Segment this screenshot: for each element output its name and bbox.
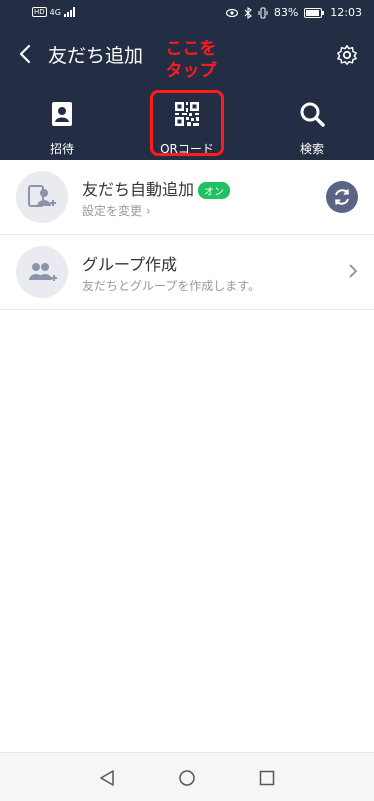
page-title: 友だち追加 [48,45,144,67]
list-item-auto-add[interactable]: 友だち自動追加 オン 設定を変更 › [0,160,374,235]
gear-icon[interactable] [336,44,358,66]
tap-here-annotation: ここを タップ [156,38,226,82]
recents-square-icon[interactable] [258,769,276,787]
battery-icon [304,7,325,18]
auto-add-title: 友だち自動追加 オン [82,176,231,200]
change-settings-link[interactable]: 設定を変更 › [82,202,151,219]
battery-percent: 83% [273,6,299,19]
sync-button[interactable] [326,181,358,213]
eye-icon [225,8,238,17]
signal-area: HD 4G [32,7,76,17]
auto-add-title-text: 友だち自動追加 [82,180,195,199]
hd-icon: HD [32,7,47,17]
home-circle-icon[interactable] [178,769,196,787]
annotation-line-1: ここを [165,39,217,59]
tab-invite[interactable]: 招待 [22,100,102,156]
bluetooth-icon [244,6,252,19]
back-arrow-icon[interactable] [14,42,38,66]
search-icon [300,102,325,127]
group-icon [29,263,57,281]
create-group-subtitle: 友だちとグループを作成します。 [82,279,261,293]
auto-add-avatar [16,171,68,223]
list-item-create-group[interactable]: グループ作成 友だちとグループを作成します。 [0,235,374,310]
status-right: 83% 12:03 [225,6,362,19]
tap-highlight-box [150,90,224,156]
status-badge: オン [198,182,231,199]
network-type: 4G [49,7,61,17]
tab-search[interactable]: 検索 [272,100,352,156]
group-avatar [16,246,68,298]
status-bar: HD 4G 83% 12:03 [0,0,374,28]
clock: 12:03 [330,6,362,19]
sync-icon [335,189,349,205]
auto-add-icon [28,185,56,207]
header: 友だち追加 ここを タップ 招待 QRコード 検索 [0,28,374,160]
back-triangle-icon[interactable] [98,769,116,787]
tab-search-label: 検索 [299,142,324,156]
create-group-title: グループ作成 [82,255,178,274]
vibrate-icon [258,7,268,18]
tab-invite-label: 招待 [49,142,74,156]
chevron-right-icon [349,264,358,278]
system-nav-bar [0,752,374,801]
contacts-book-icon [52,102,72,126]
annotation-line-2: タップ [165,61,217,81]
option-list: 友だち自動追加 オン 設定を変更 › グループ作成 友だちとグループを作成します… [0,160,374,310]
signal-icon [63,7,75,17]
